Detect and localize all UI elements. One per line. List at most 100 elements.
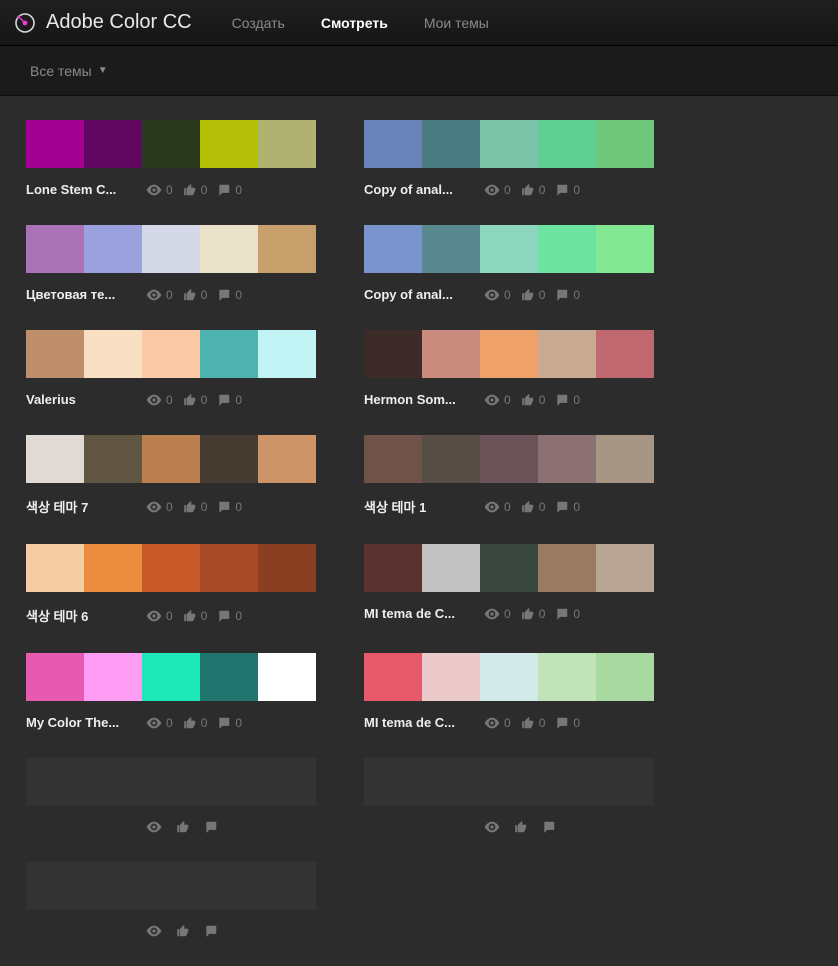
stat-eye[interactable]: 0 — [484, 183, 511, 197]
color-swatch[interactable] — [596, 330, 654, 378]
color-swatch[interactable] — [142, 758, 200, 806]
theme-swatches[interactable] — [26, 330, 316, 378]
color-swatch[interactable] — [538, 435, 596, 483]
color-swatch[interactable] — [84, 653, 142, 701]
theme-swatches[interactable] — [364, 653, 654, 701]
stat-comment[interactable]: 0 — [217, 393, 242, 407]
color-swatch[interactable] — [258, 120, 316, 168]
color-swatch[interactable] — [480, 330, 538, 378]
color-swatch[interactable] — [258, 653, 316, 701]
stat-thumb[interactable]: 0 — [183, 393, 208, 407]
color-swatch[interactable] — [422, 435, 480, 483]
stat-comment[interactable]: 0 — [555, 288, 580, 302]
stat-comment[interactable] — [204, 924, 222, 938]
color-swatch[interactable] — [480, 653, 538, 701]
theme-swatches[interactable] — [364, 544, 654, 592]
color-swatch[interactable] — [258, 435, 316, 483]
color-swatch[interactable] — [84, 225, 142, 273]
color-swatch[interactable] — [422, 653, 480, 701]
color-swatch[interactable] — [142, 862, 200, 910]
theme-title[interactable]: Hermon Som... — [364, 392, 484, 407]
color-swatch[interactable] — [422, 544, 480, 592]
stat-comment[interactable]: 0 — [217, 183, 242, 197]
stat-eye[interactable]: 0 — [484, 607, 511, 621]
theme-swatches[interactable] — [364, 758, 654, 806]
color-swatch[interactable] — [200, 758, 258, 806]
color-swatch[interactable] — [422, 225, 480, 273]
color-swatch[interactable] — [142, 653, 200, 701]
color-swatch[interactable] — [84, 120, 142, 168]
stat-eye[interactable]: 0 — [146, 183, 173, 197]
color-swatch[interactable] — [258, 544, 316, 592]
theme-title[interactable]: MI tema de C... — [364, 715, 484, 730]
color-swatch[interactable] — [26, 862, 84, 910]
theme-swatches[interactable] — [26, 435, 316, 483]
theme-swatches[interactable] — [26, 862, 316, 910]
stat-thumb[interactable]: 0 — [183, 609, 208, 623]
color-swatch[interactable] — [258, 758, 316, 806]
tab-view[interactable]: Смотреть — [321, 15, 388, 31]
stat-comment[interactable]: 0 — [555, 607, 580, 621]
stat-thumb[interactable] — [176, 924, 194, 938]
color-swatch[interactable] — [422, 330, 480, 378]
color-swatch[interactable] — [480, 225, 538, 273]
color-swatch[interactable] — [26, 544, 84, 592]
stat-eye[interactable] — [146, 821, 166, 833]
color-swatch[interactable] — [596, 653, 654, 701]
theme-swatches[interactable] — [26, 758, 316, 806]
theme-swatches[interactable] — [26, 544, 316, 592]
stat-comment[interactable]: 0 — [555, 393, 580, 407]
stat-comment[interactable]: 0 — [555, 500, 580, 514]
color-swatch[interactable] — [596, 758, 654, 806]
color-swatch[interactable] — [200, 544, 258, 592]
theme-swatches[interactable] — [26, 653, 316, 701]
stat-comment[interactable]: 0 — [555, 716, 580, 730]
stat-comment[interactable] — [204, 820, 222, 834]
stat-eye[interactable]: 0 — [484, 716, 511, 730]
color-swatch[interactable] — [258, 330, 316, 378]
color-swatch[interactable] — [84, 330, 142, 378]
color-swatch[interactable] — [538, 330, 596, 378]
stat-eye[interactable]: 0 — [146, 500, 173, 514]
color-swatch[interactable] — [142, 435, 200, 483]
color-swatch[interactable] — [26, 653, 84, 701]
color-swatch[interactable] — [480, 758, 538, 806]
color-swatch[interactable] — [596, 435, 654, 483]
stat-comment[interactable]: 0 — [217, 716, 242, 730]
stat-thumb[interactable] — [176, 820, 194, 834]
color-swatch[interactable] — [142, 330, 200, 378]
color-swatch[interactable] — [596, 544, 654, 592]
color-swatch[interactable] — [364, 435, 422, 483]
theme-swatches[interactable] — [364, 225, 654, 273]
color-swatch[interactable] — [538, 544, 596, 592]
color-swatch[interactable] — [422, 758, 480, 806]
stat-thumb[interactable]: 0 — [521, 607, 546, 621]
stat-eye[interactable]: 0 — [484, 288, 511, 302]
theme-swatches[interactable] — [364, 120, 654, 168]
color-swatch[interactable] — [142, 225, 200, 273]
tab-my-themes[interactable]: Мои темы — [424, 15, 489, 31]
stat-thumb[interactable]: 0 — [521, 183, 546, 197]
color-swatch[interactable] — [84, 758, 142, 806]
stat-eye[interactable]: 0 — [484, 500, 511, 514]
color-swatch[interactable] — [84, 862, 142, 910]
stat-eye[interactable]: 0 — [146, 609, 173, 623]
stat-eye[interactable]: 0 — [146, 288, 173, 302]
stat-thumb[interactable]: 0 — [521, 716, 546, 730]
theme-swatches[interactable] — [26, 225, 316, 273]
stat-thumb[interactable] — [514, 820, 532, 834]
stat-thumb[interactable]: 0 — [183, 183, 208, 197]
tab-create[interactable]: Создать — [232, 15, 285, 31]
stat-eye[interactable] — [484, 821, 504, 833]
color-swatch[interactable] — [26, 758, 84, 806]
color-swatch[interactable] — [200, 862, 258, 910]
stat-thumb[interactable]: 0 — [183, 288, 208, 302]
color-swatch[interactable] — [26, 435, 84, 483]
color-swatch[interactable] — [596, 225, 654, 273]
color-swatch[interactable] — [258, 862, 316, 910]
theme-title[interactable]: 색상 테마 6 — [26, 606, 146, 625]
stat-thumb[interactable]: 0 — [521, 500, 546, 514]
color-swatch[interactable] — [364, 653, 422, 701]
stat-thumb[interactable]: 0 — [183, 500, 208, 514]
stat-thumb[interactable]: 0 — [521, 288, 546, 302]
